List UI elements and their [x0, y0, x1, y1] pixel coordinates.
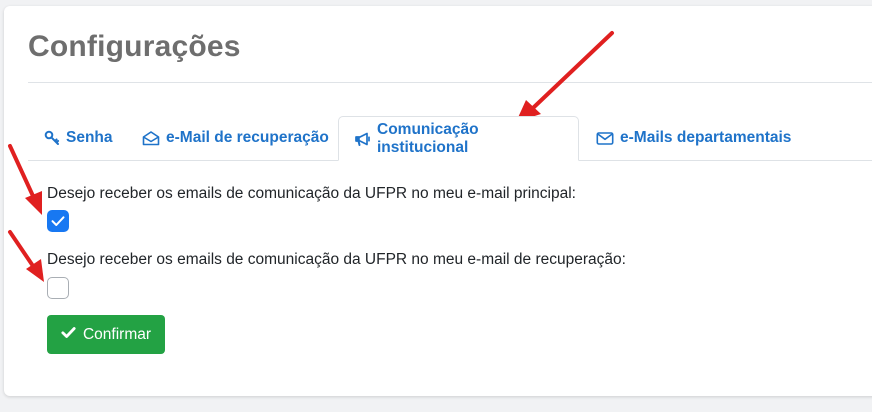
recovery-email-label: Desejo receber os emails de comunicação …: [47, 251, 626, 268]
envelope-open-icon: [142, 130, 160, 146]
check-icon: [51, 216, 65, 226]
tab-comunicacao-institucional[interactable]: Comunicação institucional: [338, 116, 579, 161]
confirm-button-label: Confirmar: [82, 325, 152, 343]
primary-email-label: Desejo receber os emails de comunicação …: [47, 185, 576, 202]
tab-emails-departamentais[interactable]: e-Mails departamentais: [592, 116, 795, 160]
tab-label: e-Mails departamentais: [620, 129, 792, 146]
primary-email-checkbox[interactable]: [47, 210, 69, 232]
title-divider: [28, 82, 872, 83]
tab-label: Comunicação institucional: [377, 120, 479, 156]
recovery-email-checkbox[interactable]: [47, 277, 69, 299]
confirm-button[interactable]: Confirmar: [47, 315, 165, 354]
bullhorn-icon: [354, 131, 371, 147]
tab-email-recuperacao[interactable]: e-Mail de recuperação: [138, 116, 333, 160]
envelope-icon: [596, 131, 614, 146]
tab-senha[interactable]: Senha: [40, 116, 117, 160]
key-icon: [44, 130, 60, 146]
tab-label: Senha: [66, 129, 113, 146]
page-title: Configurações: [28, 30, 241, 63]
check-icon: [61, 326, 76, 344]
tab-label: e-Mail de recuperação: [166, 129, 329, 146]
